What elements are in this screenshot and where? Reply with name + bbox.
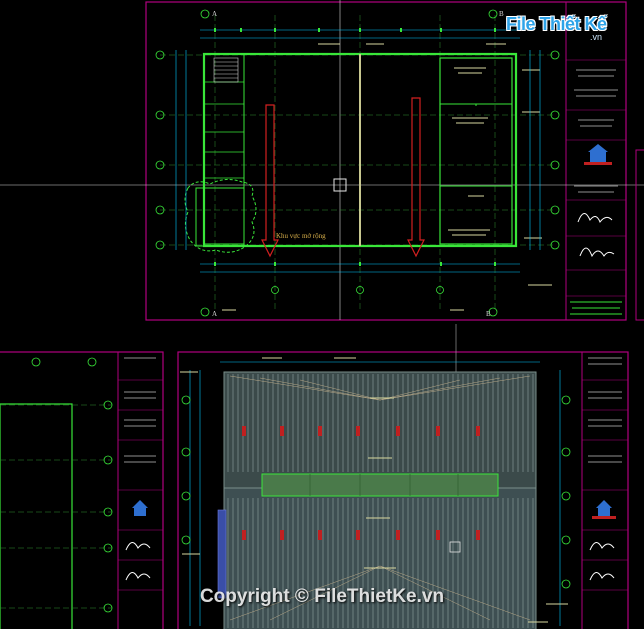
grid-letter-b-bottom: B: [486, 310, 491, 318]
room-label-marks: [222, 43, 552, 311]
site-logo: File Thiết Kế .vn: [498, 8, 616, 48]
grid-letter-a-top: A: [212, 10, 217, 18]
left-room-dividers: [204, 81, 244, 179]
lower-right-signature-icon: [589, 542, 615, 551]
copyright-watermark: Copyright © FileThietKe.vn: [199, 586, 445, 607]
area-label-expansion: Khu vực mở rộng: [276, 232, 326, 240]
lower-right-logo-icon: [596, 500, 612, 508]
skylight-band: [261, 473, 499, 497]
grid-letter-a-bottom: A: [212, 310, 217, 318]
offscreen-sheet-edge: [635, 149, 644, 321]
gutter-strip: [217, 509, 227, 599]
logo-tld-text: .vn: [590, 32, 603, 42]
lower-left-signature-icon: [125, 542, 151, 551]
right-room-dividers: [440, 103, 512, 187]
cad-drawing-canvas[interactable]: Khu vực mở rộng A B A B: [0, 0, 644, 629]
right-rooms: [439, 57, 513, 245]
company-logo-icon: [588, 144, 608, 152]
upper-dimension-lines: [175, 29, 541, 273]
lower-right-sheet: [177, 324, 629, 629]
roof-upper: [223, 371, 537, 491]
upper-grid-bubbles: [155, 9, 560, 317]
signature-1-icon: [577, 213, 613, 224]
stair-treads: [214, 61, 238, 79]
upper-title-block-contents: [566, 59, 626, 315]
left-rooms: [203, 53, 245, 245]
flow-arrow-right: [407, 97, 425, 258]
upper-sheet: Khu vực mở rộng A B A B: [130, 0, 644, 321]
signature-2-icon: [579, 247, 615, 258]
